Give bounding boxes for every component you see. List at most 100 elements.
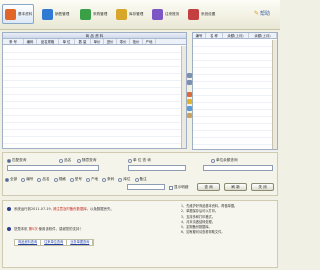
column-header[interactable]: 零价 [117, 39, 130, 44]
product-search-input[interactable] [7, 165, 99, 171]
table-row[interactable] [193, 124, 277, 131]
radio-indicator [134, 177, 139, 182]
table-row[interactable] [193, 117, 277, 124]
table-row[interactable] [193, 82, 277, 89]
unit-query-label[interactable]: 单 位 查 询 [128, 158, 151, 163]
column-header[interactable]: 余额(上月) [223, 33, 249, 38]
column-header[interactable]: 编码 [24, 39, 37, 44]
radio-label: 型号 [74, 177, 82, 181]
radio-indicator [118, 177, 123, 182]
toolbar-button-settings[interactable]: 系统设置 [186, 4, 218, 24]
toolbar-button-basic-data[interactable]: 基本资料 [2, 4, 34, 24]
radio-model[interactable]: 型号 [69, 177, 82, 182]
column-header[interactable]: 单价 [91, 39, 104, 44]
tips-list: 1、先维护好商品基本资料，再做单据。 2、单据保存后可以打印。 3、支持多种打印… [181, 204, 237, 236]
balance-search-input[interactable] [203, 165, 273, 171]
unit-search-input[interactable] [128, 165, 186, 171]
table-row[interactable] [3, 95, 186, 102]
table-row[interactable] [193, 131, 277, 138]
radio-indicator [77, 158, 81, 163]
radio-name[interactable]: 品名 [59, 158, 71, 163]
refresh-button[interactable]: 刷 新 [224, 183, 247, 191]
table-row[interactable] [3, 67, 186, 74]
table-row[interactable] [3, 137, 186, 144]
radio-match-query[interactable]: 匹配查询 [7, 158, 26, 163]
radio-label: 匹配查询 [12, 158, 27, 162]
column-header[interactable]: 余额(上月) [249, 33, 277, 38]
radio-free-query[interactable]: 随意查询 [77, 158, 96, 163]
table-row[interactable] [3, 130, 186, 137]
table-row[interactable] [3, 123, 186, 130]
table-row[interactable] [193, 47, 277, 54]
radio-code[interactable]: 编号 [21, 177, 33, 182]
table-row[interactable] [193, 40, 277, 47]
column-header[interactable]: 批价 [130, 39, 143, 44]
table-row[interactable] [3, 88, 186, 95]
column-header[interactable]: 品名规格 [37, 39, 59, 44]
column-header[interactable]: 条 号 [3, 39, 24, 44]
toolbar-button-sales[interactable]: 销售管理 [40, 4, 72, 24]
link-unit-query[interactable]: 往来单位查询 [41, 240, 68, 245]
table-row[interactable] [3, 53, 186, 60]
table-row[interactable] [3, 81, 186, 88]
link-document-query[interactable]: 业务单据查询 [67, 240, 94, 245]
table-row[interactable] [3, 60, 186, 67]
column-header[interactable]: 名 称 [206, 33, 223, 38]
radio-product-name[interactable]: 品名 [37, 177, 50, 182]
table-row[interactable] [3, 109, 186, 116]
column-header[interactable]: 编号 [193, 33, 206, 38]
table-row[interactable] [193, 68, 277, 75]
radio-label: 备注 [139, 177, 147, 181]
table-row[interactable] [193, 75, 277, 82]
accounts-icon [152, 8, 163, 20]
product-table-scrollbar[interactable] [181, 46, 186, 148]
radio-location[interactable]: 库位 [118, 177, 131, 182]
table-row[interactable] [3, 46, 186, 53]
table-row[interactable] [3, 102, 186, 109]
show-detail-checkbox[interactable]: 显示明细 [169, 185, 188, 190]
sales-icon [42, 8, 53, 20]
table-row[interactable] [193, 54, 277, 61]
link-product-query[interactable]: 商品资料查询 [15, 240, 42, 245]
toolbar-button-label: 销售管理 [55, 11, 70, 16]
close-button[interactable]: 关 闭 [251, 183, 274, 191]
account-table-scrollbar[interactable] [272, 40, 277, 149]
table-row[interactable] [193, 61, 277, 68]
radio-label: 单 位 查 询 [133, 158, 151, 162]
radio-barcode[interactable]: 条码 [102, 177, 114, 182]
column-header[interactable]: 进价 [104, 39, 117, 44]
radio-label: 品名 [64, 158, 72, 162]
radio-origin[interactable]: 产地 [85, 177, 98, 182]
bullet-icon [7, 227, 11, 231]
radio-all[interactable]: 全部 [5, 177, 17, 182]
table-row[interactable] [193, 145, 277, 152]
radio-spec[interactable]: 规格 [53, 177, 66, 182]
query-button[interactable]: 查 询 [197, 183, 220, 191]
radio-remark[interactable]: 备注 [134, 177, 147, 182]
product-table-body[interactable] [3, 46, 186, 148]
date-input[interactable] [127, 184, 165, 190]
unit-balance-query-label[interactable]: 单位余额查询 [211, 158, 238, 163]
table-row[interactable] [193, 103, 277, 110]
toolbar-button-purchase[interactable]: 采购管理 [78, 4, 110, 24]
column-header[interactable]: 产地 [143, 39, 156, 44]
table-row[interactable] [3, 116, 186, 123]
radio-label: 规格 [58, 177, 66, 181]
basic-data-icon [5, 8, 16, 20]
radio-indicator [85, 177, 90, 182]
toolbar-button-inventory[interactable]: 库存管理 [114, 4, 146, 24]
table-row[interactable] [193, 138, 277, 145]
account-table-body[interactable] [193, 40, 277, 152]
table-row[interactable] [3, 74, 186, 81]
inventory-icon [116, 8, 127, 20]
radio-label: 库位 [123, 177, 131, 181]
toolbar-button-accounts[interactable]: 往来账务 [150, 4, 182, 24]
column-header[interactable]: 数 量 [75, 39, 91, 44]
column-header[interactable]: 单 位 [59, 39, 75, 44]
table-row[interactable] [193, 89, 277, 96]
help-button[interactable]: ✎ 帮助 [254, 10, 270, 17]
table-row[interactable] [193, 110, 277, 117]
table-row[interactable] [193, 96, 277, 103]
checkbox-indicator [169, 185, 173, 190]
info-panel: 系统运行到2011-07-19, 请注意及时备份数据库，以免数据丢失。 您是本机… [2, 200, 278, 268]
